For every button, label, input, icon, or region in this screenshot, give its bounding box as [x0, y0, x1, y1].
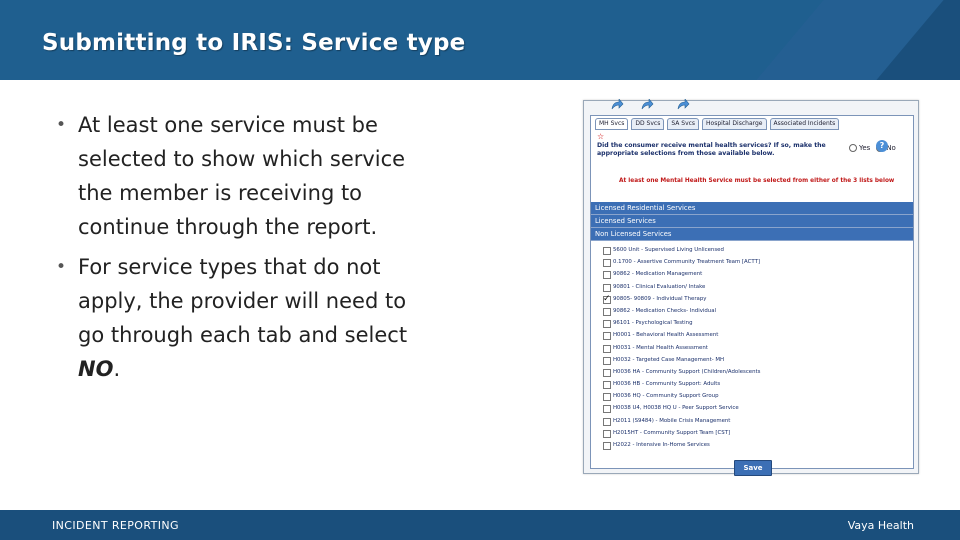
service-checkbox[interactable] — [603, 344, 611, 353]
service-row[interactable]: 90862 - Medication Checks- Individual — [603, 305, 903, 317]
service-label: 5600 Unit - Supervised Living Unlicensed — [613, 247, 724, 253]
footer-bar: INCIDENT REPORTING Vaya Health — [0, 510, 960, 540]
service-label: H0036 HA - Community Support (Children/A… — [613, 368, 761, 375]
service-row[interactable]: H2022 - Intensive In-Home Services — [603, 439, 903, 451]
radio-yes[interactable]: Yes — [849, 144, 870, 152]
bullet-icon: • — [56, 257, 67, 277]
header-bar: Submitting to IRIS: Service type — [0, 0, 960, 80]
bullet-list: • At least one service must be selected … — [56, 108, 436, 392]
service-checkbox[interactable] — [603, 283, 611, 292]
service-checkbox[interactable] — [603, 271, 611, 280]
tab-dd-svcs[interactable]: DD Svcs — [631, 118, 665, 130]
service-checkbox[interactable] — [603, 381, 611, 390]
section-non-licensed[interactable]: Non Licensed Services — [591, 228, 913, 241]
service-checkbox[interactable] — [603, 417, 611, 426]
service-row[interactable]: 5600 Unit - Supervised Living Unlicensed — [603, 244, 903, 256]
service-label: 0.1700 - Assertive Community Treatment T… — [613, 259, 760, 266]
service-row[interactable]: 0.1700 - Assertive Community Treatment T… — [603, 256, 903, 268]
service-checkbox[interactable] — [603, 259, 611, 268]
service-checkbox[interactable] — [603, 429, 611, 438]
footer-section-label: INCIDENT REPORTING — [52, 519, 179, 532]
bullet-emphasis: NO — [78, 357, 114, 381]
service-checkbox[interactable] — [603, 405, 611, 414]
service-row[interactable]: H0031 - Mental Health Assessment — [603, 342, 903, 354]
radio-circle-icon — [849, 144, 857, 152]
bullet-item: • For service types that do not apply, t… — [56, 250, 436, 386]
validation-warning: At least one Mental Health Service must … — [619, 178, 895, 184]
service-row[interactable]: H0038 U4, H0038 HQ U - Peer Support Serv… — [603, 402, 903, 414]
arrow-icon — [677, 99, 690, 110]
service-checkbox[interactable] — [603, 247, 611, 255]
service-row[interactable]: H2015HT - Community Support Team [CST] — [603, 427, 903, 439]
service-row[interactable]: H0032 - Targeted Case Management- MH — [603, 354, 903, 366]
question-text: Did the consumer receive mental health s… — [597, 142, 826, 157]
service-label: H0032 - Targeted Case Management- MH — [613, 356, 725, 363]
arrow-icon — [611, 99, 624, 110]
service-label: 90862 - Medication Checks- Individual — [613, 307, 717, 314]
service-row[interactable]: 90801 - Clinical Evaluation/ Intake — [603, 281, 903, 293]
yes-no-radio-group: Yes No — [849, 144, 896, 152]
service-checkbox[interactable] — [603, 332, 611, 341]
service-checkbox[interactable] — [603, 356, 611, 365]
radio-yes-label: Yes — [859, 144, 871, 152]
service-label: 90801 - Clinical Evaluation/ Intake — [613, 283, 706, 290]
service-checkbox[interactable] — [603, 442, 611, 450]
service-label: 90805- 90809 - Individual Therapy — [613, 295, 707, 302]
service-label: H0038 U4, H0038 HQ U - Peer Support Serv… — [613, 405, 739, 412]
service-checkbox[interactable] — [603, 393, 611, 402]
service-form: MH Svcs DD Svcs SA Svcs Hospital Dischar… — [590, 115, 914, 476]
slide-title: Submitting to IRIS: Service type — [42, 30, 466, 56]
help-icon[interactable]: ? — [876, 140, 888, 152]
arrow-icon — [641, 99, 654, 110]
required-star-icon: ☆ — [597, 132, 605, 141]
service-label: H0036 HQ - Community Support Group — [613, 393, 719, 400]
iris-screenshot: MH Svcs DD Svcs SA Svcs Hospital Dischar… — [583, 99, 919, 476]
service-checklist: 5600 Unit - Supervised Living Unlicensed… — [603, 244, 903, 451]
service-row[interactable]: H0001 - Behavioral Health Assessment — [603, 329, 903, 341]
bullet-item: • At least one service must be selected … — [56, 108, 436, 244]
bullet-icon: • — [56, 115, 67, 135]
service-checkbox[interactable] — [603, 293, 611, 305]
section-licensed-residential[interactable]: Licensed Residential Services — [591, 202, 913, 215]
tab-associated-incidents[interactable]: Associated Incidents — [769, 118, 840, 130]
service-row[interactable]: 90805- 90809 - Individual Therapy — [603, 293, 903, 305]
service-question: ☆ Did the consumer receive mental health… — [597, 133, 837, 158]
service-checkbox[interactable] — [603, 307, 611, 316]
bullet-text-main: For service types that do not apply, the… — [78, 255, 408, 347]
bullet-text: At least one service must be selected to… — [78, 113, 406, 239]
service-checkbox[interactable] — [603, 320, 611, 329]
service-row[interactable]: H0036 HQ - Community Support Group — [603, 390, 903, 402]
footer-org-name: Vaya Health — [847, 519, 914, 532]
service-label: 96101 - Psychological Testing — [613, 320, 693, 327]
service-label: H2022 - Intensive In-Home Services — [613, 442, 710, 448]
tab-hospital-discharge[interactable]: Hospital Discharge — [702, 118, 767, 130]
section-licensed-services[interactable]: Licensed Services — [591, 215, 913, 228]
service-row[interactable]: 90862 - Medication Management — [603, 268, 903, 280]
tab-sa-svcs[interactable]: SA Svcs — [667, 118, 700, 130]
bullet-text: For service types that do not apply, the… — [78, 255, 407, 381]
service-label: H2015HT - Community Support Team [CST] — [613, 429, 731, 436]
service-label: 90862 - Medication Management — [613, 271, 703, 278]
save-button[interactable]: Save — [734, 460, 772, 476]
tab-strip: MH Svcs DD Svcs SA Svcs Hospital Dischar… — [595, 118, 840, 130]
service-row[interactable]: H0036 HB - Community Support: Adults — [603, 378, 903, 390]
service-row[interactable]: 96101 - Psychological Testing — [603, 317, 903, 329]
bullet-text-end: . — [113, 357, 121, 381]
tab-mh-svcs[interactable]: MH Svcs — [595, 118, 629, 130]
service-checkbox[interactable] — [603, 368, 611, 377]
service-label: H0036 HB - Community Support: Adults — [613, 381, 721, 388]
service-label: H0001 - Behavioral Health Assessment — [613, 332, 719, 339]
service-row[interactable]: H2011 (S9484) - Mobile Crisis Management — [603, 415, 903, 427]
service-label: H2011 (S9484) - Mobile Crisis Management — [613, 417, 731, 424]
service-row[interactable]: H0036 HA - Community Support (Children/A… — [603, 366, 903, 378]
service-label: H0031 - Mental Health Assessment — [613, 344, 708, 351]
